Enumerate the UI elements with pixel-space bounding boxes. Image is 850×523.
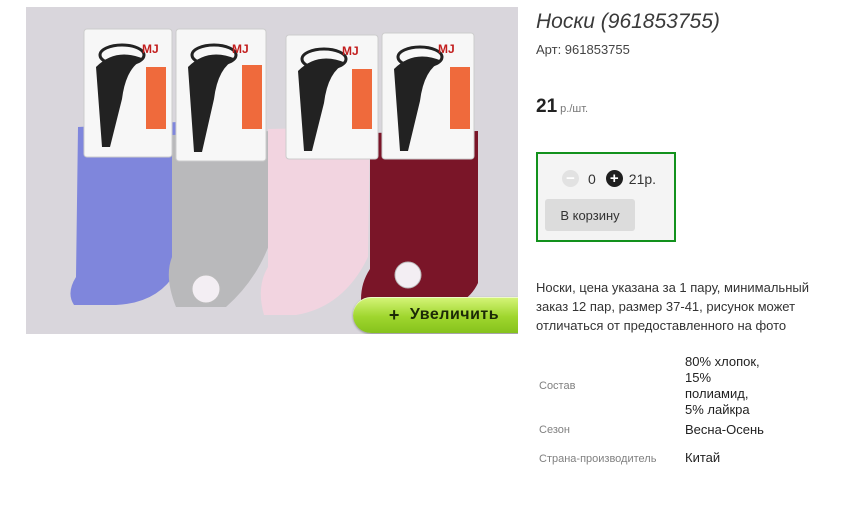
package-card-4: MJ bbox=[381, 32, 475, 160]
property-label: Состав bbox=[539, 380, 576, 392]
property-label: Сезон bbox=[539, 424, 570, 436]
property-value: 80% хлопок, 15% полиамид, 5% лайкра bbox=[685, 354, 760, 417]
svg-text:MJ: MJ bbox=[342, 44, 359, 58]
package-card-1: MJ bbox=[83, 28, 173, 158]
minus-icon[interactable]: − bbox=[562, 170, 579, 187]
plus-icon: + bbox=[388, 304, 400, 325]
price-unit: р./шт. bbox=[560, 103, 589, 115]
product-photo[interactable]: MJ MJ MJ MJ + Увеличить bbox=[26, 7, 518, 334]
brand-sticker-icon bbox=[394, 261, 422, 289]
product-price: 21 р./шт. bbox=[536, 96, 588, 118]
quantity-value[interactable]: 0 bbox=[588, 171, 596, 187]
plus-icon[interactable]: + bbox=[605, 170, 623, 187]
add-to-cart-button[interactable]: В корзину bbox=[545, 199, 635, 231]
property-value: Китай bbox=[685, 450, 721, 465]
property-value: Весна-Осень bbox=[685, 422, 764, 437]
quantity-stepper: − 0 + 21р. bbox=[562, 170, 656, 187]
buy-box: − 0 + 21р. В корзину bbox=[536, 152, 676, 242]
package-card-2: MJ bbox=[175, 28, 267, 162]
product-title: Носки (961853755) bbox=[536, 10, 720, 33]
package-card-3: MJ bbox=[285, 34, 379, 160]
zoom-button[interactable]: + Увеличить bbox=[353, 297, 518, 333]
table-row: Состав 80% хлопок, 15% полиамид, 5% лайк… bbox=[534, 352, 765, 420]
line-price: 21р. bbox=[628, 170, 657, 187]
socks-illustration: MJ MJ MJ MJ bbox=[70, 28, 478, 315]
brand-sticker-icon bbox=[191, 274, 221, 304]
svg-text:MJ: MJ bbox=[232, 42, 249, 56]
zoom-button-label: Увеличить bbox=[409, 306, 500, 323]
property-label: Страна-производитель bbox=[539, 453, 657, 465]
svg-text:MJ: MJ bbox=[142, 42, 159, 56]
product-sku: Арт: 961853755 bbox=[536, 42, 630, 57]
table-row: Сезон Весна-Осень bbox=[534, 420, 765, 440]
table-row: Страна-производитель Китай bbox=[534, 440, 765, 468]
product-description: Носки, цена указана за 1 пару, минимальн… bbox=[536, 280, 809, 333]
svg-text:MJ: MJ bbox=[438, 42, 455, 56]
price-value: 21 bbox=[536, 96, 558, 117]
properties-table: Состав 80% хлопок, 15% полиамид, 5% лайк… bbox=[534, 352, 765, 468]
